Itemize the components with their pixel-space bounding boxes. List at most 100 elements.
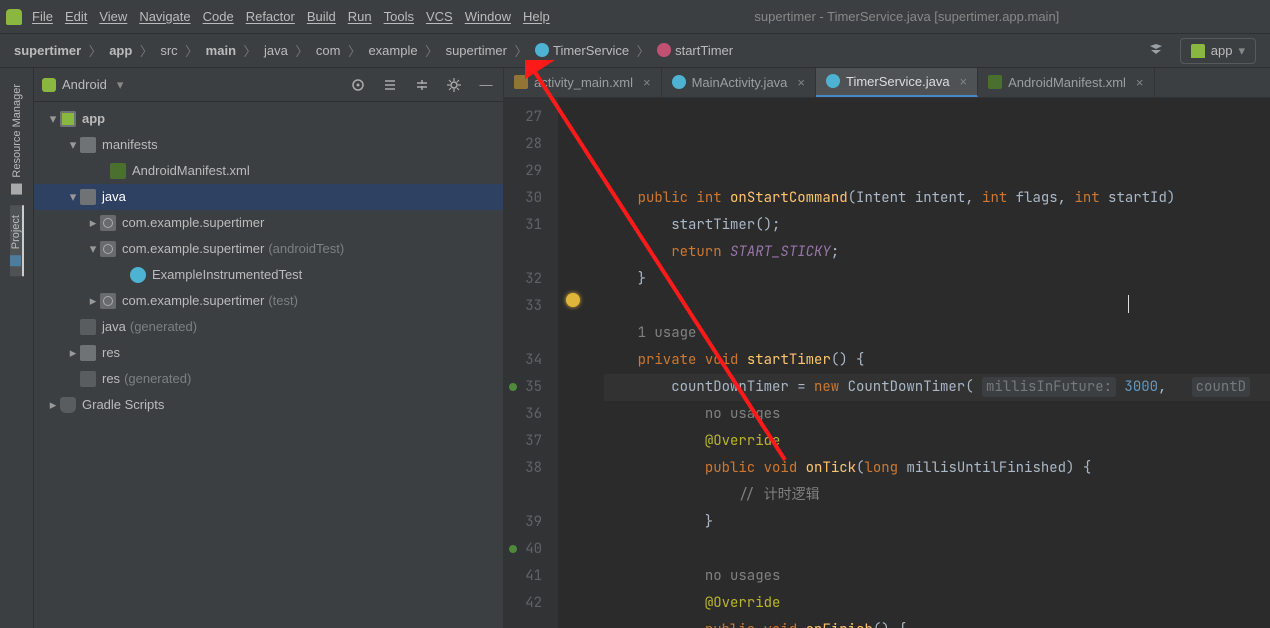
editor-fold-column[interactable] — [558, 98, 588, 628]
code-line[interactable]: countDownTimer = new CountDownTimer( mil… — [604, 374, 1270, 401]
code-line[interactable] — [604, 293, 1270, 320]
code-line[interactable]: private void startTimer() { — [604, 347, 1270, 374]
crumb-java[interactable]: java — [260, 41, 292, 60]
gutter-line[interactable]: 40 — [504, 536, 546, 563]
menu-tools[interactable]: Tools — [384, 9, 414, 24]
gutter-line[interactable]: 34 — [504, 347, 546, 374]
settings-icon[interactable] — [445, 76, 463, 94]
hide-panel-icon[interactable]: — — [477, 76, 495, 94]
gutter-line[interactable]: 41 — [504, 563, 546, 590]
code-line[interactable]: // 计时逻辑 — [604, 482, 1270, 509]
crumb-package[interactable]: supertimer — [442, 41, 511, 60]
gutter-line[interactable] — [504, 239, 546, 266]
tree-node-gradle-scripts[interactable]: Gradle Scripts — [34, 392, 503, 418]
caret-icon[interactable] — [46, 108, 60, 130]
tree-node-manifests[interactable]: manifests — [34, 132, 503, 158]
gutter-line[interactable]: 38 — [504, 455, 546, 482]
editor[interactable]: 2728293031 3233 3435363738 39404142 public … — [504, 98, 1270, 628]
crumb-project[interactable]: supertimer — [10, 41, 85, 60]
crumb-main[interactable]: main — [202, 41, 240, 60]
caret-icon[interactable] — [86, 238, 100, 260]
run-configuration-dropdown[interactable]: app ▾ — [1180, 38, 1256, 64]
tab-timer-service[interactable]: TimerService.java × — [816, 68, 978, 97]
project-view-dropdown[interactable]: Android ▾ — [42, 77, 123, 93]
gutter-line[interactable]: 28 — [504, 131, 546, 158]
collapse-all-icon[interactable] — [413, 76, 431, 94]
menu-code[interactable]: Code — [203, 9, 234, 24]
tab-main-activity[interactable]: MainActivity.java × — [662, 68, 816, 97]
rail-tab-project[interactable]: Project — [10, 205, 24, 276]
select-opened-file-icon[interactable] — [381, 76, 399, 94]
code-line[interactable]: public void onTick(long millisUntilFinis… — [604, 455, 1270, 482]
code-line[interactable]: } — [604, 509, 1270, 536]
crumb-com[interactable]: com — [312, 41, 345, 60]
intention-bulb-icon[interactable] — [566, 293, 580, 307]
tree-node-manifest-file[interactable]: AndroidManifest.xml — [34, 158, 503, 184]
caret-icon[interactable] — [46, 394, 60, 416]
tree-node-pkg-test[interactable]: com.example.supertimer (test) — [34, 288, 503, 314]
gutter-line[interactable]: 29 — [504, 158, 546, 185]
crumb-class[interactable]: TimerService — [531, 41, 633, 60]
menu-window[interactable]: Window — [465, 9, 511, 24]
crumb-src[interactable]: src — [156, 41, 181, 60]
code-line[interactable]: no usages — [604, 401, 1270, 428]
menu-edit[interactable]: Edit — [65, 9, 87, 24]
gutter-line[interactable]: 39 — [504, 509, 546, 536]
gutter-line[interactable] — [504, 482, 546, 509]
make-project-icon[interactable] — [1146, 41, 1166, 61]
gutter-line[interactable]: 42 — [504, 590, 546, 617]
tree-node-app[interactable]: app — [34, 106, 503, 132]
close-icon[interactable]: × — [1136, 75, 1144, 90]
gutter-line[interactable] — [504, 320, 546, 347]
override-marker-icon[interactable] — [509, 545, 517, 553]
code-line[interactable]: public void onFinish() { — [604, 617, 1270, 628]
tree-node-instrumented-test[interactable]: ExampleInstrumentedTest — [34, 262, 503, 288]
gutter-line[interactable]: 32 — [504, 266, 546, 293]
caret-icon[interactable] — [66, 342, 80, 364]
tree-node-java-generated[interactable]: java (generated) — [34, 314, 503, 340]
editor-gutter[interactable]: 2728293031 3233 3435363738 39404142 — [504, 98, 558, 628]
menu-navigate[interactable]: Navigate — [139, 9, 190, 24]
menu-build[interactable]: Build — [307, 9, 336, 24]
caret-icon[interactable] — [86, 212, 100, 234]
override-marker-icon[interactable] — [509, 383, 517, 391]
gutter-line[interactable]: 36 — [504, 401, 546, 428]
code-line[interactable]: return START_STICKY; — [604, 239, 1270, 266]
menu-run[interactable]: Run — [348, 9, 372, 24]
crumb-method[interactable]: startTimer — [653, 41, 737, 60]
gutter-line[interactable]: 30 — [504, 185, 546, 212]
caret-icon[interactable] — [86, 290, 100, 312]
editor-code[interactable]: public int onStartCommand(Intent intent,… — [588, 98, 1270, 628]
tab-android-manifest[interactable]: AndroidManifest.xml × — [978, 68, 1154, 97]
code-line[interactable]: @Override — [604, 428, 1270, 455]
caret-icon[interactable] — [66, 134, 80, 156]
rail-tab-resource-manager[interactable]: Resource Manager — [11, 74, 23, 205]
close-icon[interactable]: × — [643, 75, 651, 90]
tab-activity-main-xml[interactable]: activity_main.xml × — [504, 68, 662, 97]
crumb-example[interactable]: example — [364, 41, 421, 60]
gutter-line[interactable]: 27 — [504, 104, 546, 131]
code-line[interactable] — [604, 536, 1270, 563]
crumb-module[interactable]: app — [105, 41, 136, 60]
menu-file[interactable]: File — [32, 9, 53, 24]
menu-vcs[interactable]: VCS — [426, 9, 453, 24]
code-line[interactable]: public int onStartCommand(Intent intent,… — [604, 185, 1270, 212]
gutter-line[interactable]: 35 — [504, 374, 546, 401]
menu-help[interactable]: Help — [523, 9, 550, 24]
gutter-line[interactable]: 31 — [504, 212, 546, 239]
gutter-line[interactable]: 33 — [504, 293, 546, 320]
code-line[interactable]: no usages — [604, 563, 1270, 590]
tree-node-pkg-main[interactable]: com.example.supertimer — [34, 210, 503, 236]
locate-file-icon[interactable] — [349, 76, 367, 94]
close-icon[interactable]: × — [797, 75, 805, 90]
close-icon[interactable]: × — [960, 74, 968, 89]
menu-view[interactable]: View — [99, 9, 127, 24]
code-line[interactable]: @Override — [604, 590, 1270, 617]
code-line[interactable]: startTimer(); — [604, 212, 1270, 239]
tree-node-java-folder[interactable]: java — [34, 184, 503, 210]
tree-node-res[interactable]: res — [34, 340, 503, 366]
gutter-line[interactable]: 37 — [504, 428, 546, 455]
code-line[interactable]: } — [604, 266, 1270, 293]
caret-icon[interactable] — [66, 186, 80, 208]
tree-node-res-generated[interactable]: res (generated) — [34, 366, 503, 392]
